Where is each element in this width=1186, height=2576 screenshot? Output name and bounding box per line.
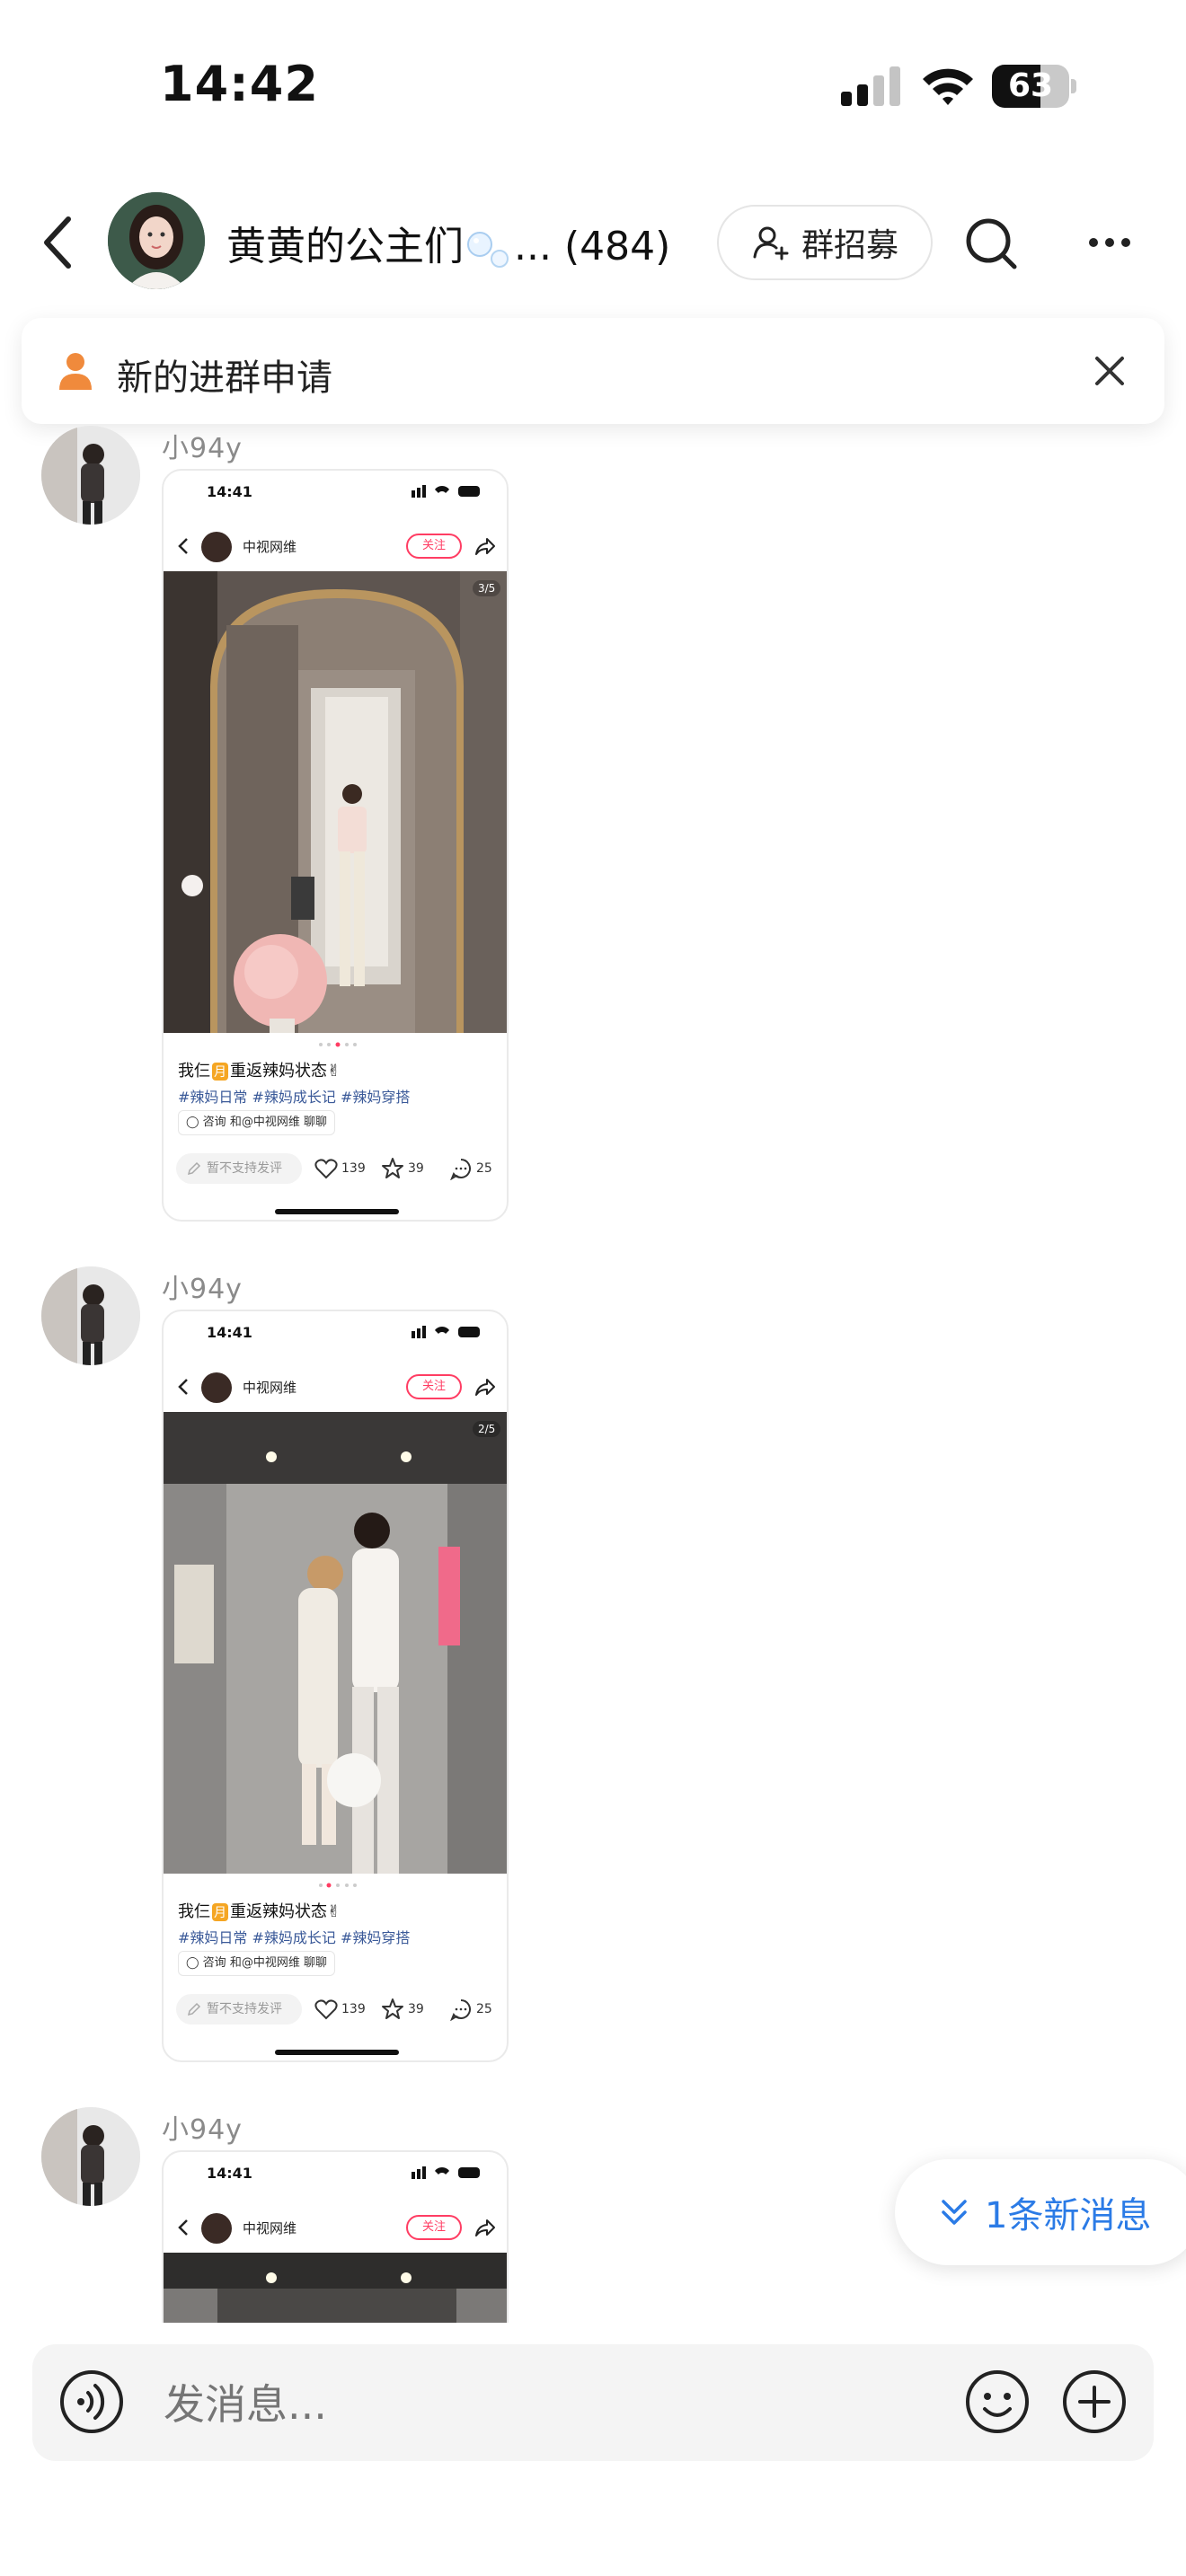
back-icon[interactable] bbox=[40, 214, 75, 271]
sender-avatar[interactable] bbox=[41, 2107, 140, 2206]
carousel-dots bbox=[319, 1883, 357, 1888]
more-icon[interactable] bbox=[1087, 235, 1132, 250]
sender-name: 小94y bbox=[162, 2114, 243, 2146]
new-messages-button[interactable]: 1条新消息 bbox=[895, 2159, 1186, 2265]
post-consult-chip: ◯ 咨询 和@中视网维 聊聊 bbox=[178, 1951, 335, 1976]
card-account-avatar bbox=[201, 532, 232, 562]
pencil-icon bbox=[187, 2002, 201, 2016]
group-title[interactable]: 黄黄的公主们 ... (484) bbox=[226, 214, 670, 271]
card-status-time: 14:41 bbox=[207, 483, 252, 500]
card-back-icon bbox=[178, 538, 188, 554]
share-icon bbox=[475, 2219, 495, 2236]
card-home-indicator bbox=[275, 1209, 399, 1214]
post-photo-elevator bbox=[164, 2253, 507, 2323]
card-home-indicator bbox=[275, 2050, 399, 2055]
notice-text: 新的进群申请 bbox=[117, 357, 332, 399]
post-comments: 25 bbox=[449, 1996, 492, 2023]
battery-percent: 63 bbox=[1007, 67, 1054, 104]
card-back-icon bbox=[178, 1379, 188, 1395]
sender-avatar[interactable] bbox=[41, 426, 140, 525]
comment-icon bbox=[449, 1159, 471, 1181]
plus-icon[interactable] bbox=[1062, 2369, 1127, 2434]
sender-name: 小94y bbox=[162, 1274, 243, 1305]
post-photo-elevator-couple bbox=[164, 1412, 507, 1874]
post-hashtags: #辣妈日常 #辣妈成长记 #辣妈穿搭 bbox=[178, 1089, 411, 1106]
join-request-notice[interactable]: 新的进群申请 bbox=[22, 318, 1164, 424]
shared-post-card[interactable]: 14:41 中视网维 关注 2/5 我仨月重返辣妈状态✌ #辣妈日常 #辣妈成长… bbox=[162, 1310, 509, 2062]
card-status-icons bbox=[412, 1326, 480, 1338]
voice-icon[interactable] bbox=[59, 2369, 124, 2434]
shared-post-card[interactable]: 14:41 中视网维 关注 3/5 我仨月重返辣妈状态✌ #辣妈日常 #辣妈成长… bbox=[162, 469, 509, 1222]
card-back-icon bbox=[178, 2219, 188, 2236]
wifi-icon bbox=[923, 68, 973, 105]
post-hashtags: #辣妈日常 #辣妈成长记 #辣妈穿搭 bbox=[178, 1929, 411, 1946]
heart-icon bbox=[314, 1159, 338, 1179]
card-follow-button: 关注 bbox=[406, 534, 462, 559]
card-status-time: 14:41 bbox=[207, 2165, 252, 2182]
chevron-double-down-icon bbox=[942, 2200, 967, 2225]
group-recruit-button[interactable]: 群招募 bbox=[717, 205, 933, 280]
card-status-icons bbox=[412, 2166, 480, 2179]
pencil-icon bbox=[187, 1161, 201, 1176]
close-icon[interactable] bbox=[1094, 356, 1125, 386]
person-icon bbox=[59, 353, 92, 390]
post-comments: 25 bbox=[449, 1155, 492, 1182]
shared-post-card[interactable]: 14:41 中视网维 关注 bbox=[162, 2150, 509, 2323]
post-caption: 我仨月重返辣妈状态✌ bbox=[178, 1902, 341, 1921]
card-status-icons bbox=[412, 485, 480, 498]
post-likes: 139 bbox=[314, 1155, 366, 1182]
star-icon bbox=[382, 1998, 403, 2019]
post-caption: 我仨月重返辣妈状态✌ bbox=[178, 1062, 341, 1081]
emoji-icon[interactable] bbox=[965, 2369, 1030, 2434]
post-comment-box: 暂不支持发评 bbox=[176, 1153, 302, 1184]
message-input-bar bbox=[32, 2344, 1154, 2461]
group-name: 黄黄的公主们 bbox=[226, 224, 464, 269]
bubbles-emoji-icon bbox=[467, 232, 509, 268]
photo-page-indicator: 3/5 bbox=[473, 580, 501, 596]
card-follow-button: 关注 bbox=[406, 1374, 462, 1399]
status-time: 14:42 bbox=[160, 56, 319, 112]
star-icon bbox=[382, 1158, 403, 1178]
group-member-count: ... (484) bbox=[514, 224, 671, 269]
post-comment-box: 暂不支持发评 bbox=[176, 1994, 302, 2025]
group-avatar[interactable] bbox=[108, 192, 205, 289]
sender-avatar[interactable] bbox=[41, 1266, 140, 1365]
post-likes: 139 bbox=[314, 1996, 366, 2023]
post-stars: 39 bbox=[381, 1155, 424, 1182]
recruit-label: 群招募 bbox=[801, 227, 898, 264]
share-icon bbox=[475, 1379, 495, 1396]
card-account-avatar bbox=[201, 1372, 232, 1403]
card-account-avatar bbox=[201, 2213, 232, 2244]
post-photo-mirror-selfie bbox=[164, 571, 507, 1033]
new-messages-label: 1条新消息 bbox=[985, 2195, 1152, 2236]
share-icon bbox=[475, 538, 495, 555]
carousel-dots bbox=[319, 1042, 357, 1047]
cellular-signal-icon bbox=[841, 66, 900, 106]
battery-indicator: 63 bbox=[992, 65, 1076, 108]
card-follow-button: 关注 bbox=[406, 2215, 462, 2240]
search-icon[interactable] bbox=[963, 216, 1019, 271]
comment-icon bbox=[449, 1999, 471, 2022]
post-consult-chip: ◯ 咨询 和@中视网维 聊聊 bbox=[178, 1110, 335, 1135]
add-user-icon bbox=[753, 226, 789, 260]
post-stars: 39 bbox=[381, 1996, 424, 2023]
card-status-time: 14:41 bbox=[207, 1324, 252, 1341]
message-input[interactable] bbox=[164, 2380, 613, 2429]
sender-name: 小94y bbox=[162, 433, 243, 464]
heart-icon bbox=[314, 1999, 338, 2020]
card-account-name: 中视网维 bbox=[243, 2220, 297, 2236]
card-account-name: 中视网维 bbox=[243, 1380, 297, 1396]
card-account-name: 中视网维 bbox=[243, 539, 297, 555]
photo-page-indicator: 2/5 bbox=[473, 1421, 501, 1437]
